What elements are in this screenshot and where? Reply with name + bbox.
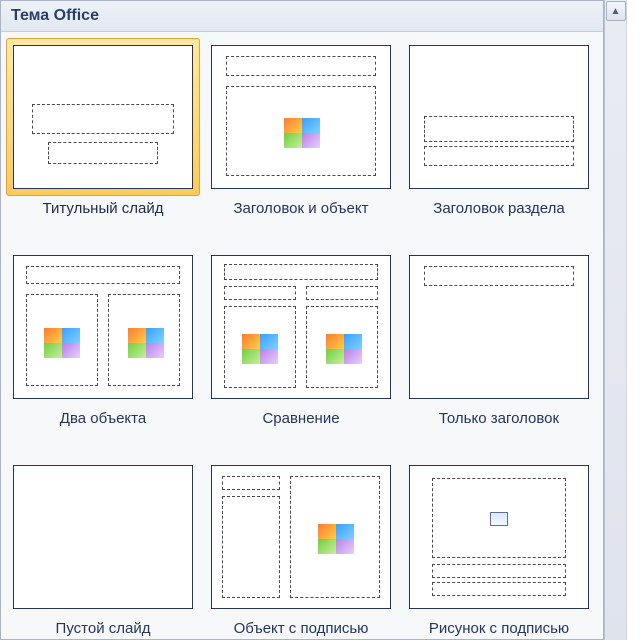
layout-panel: Тема Office Титульный слайд (0, 0, 604, 640)
chevron-up-icon: ▲ (611, 6, 621, 17)
thumb-section-header (409, 45, 589, 189)
thumb-content-caption (211, 465, 391, 609)
layout-two-content[interactable]: Два объекта (7, 246, 199, 454)
layout-content-caption[interactable]: Объект с подписью (205, 456, 397, 640)
layout-label: Пустой слайд (56, 620, 151, 640)
scrollbar[interactable]: ▲ (604, 0, 626, 640)
thumb-comparison (211, 255, 391, 399)
layout-label: Объект с подписью (234, 620, 369, 640)
panel-title: Тема Office (1, 1, 603, 32)
picture-icon (490, 512, 508, 526)
layout-title-content[interactable]: Заголовок и объект (205, 36, 397, 244)
background-edge (626, 0, 640, 640)
thumb-title-only (409, 255, 589, 399)
layout-section-header[interactable]: Заголовок раздела (403, 36, 595, 244)
thumb-picture-caption (409, 465, 589, 609)
thumb-blank (13, 465, 193, 609)
layout-label: Только заголовок (439, 410, 559, 446)
scroll-track[interactable] (606, 22, 626, 640)
layout-label: Два объекта (60, 410, 146, 446)
layout-title-only[interactable]: Только заголовок (403, 246, 595, 454)
layout-label: Рисунок с подписью (429, 620, 569, 640)
layout-label: Титульный слайд (43, 200, 164, 236)
layout-label: Сравнение (262, 410, 339, 446)
scroll-up-button[interactable]: ▲ (606, 1, 626, 21)
layout-label: Заголовок раздела (433, 200, 564, 236)
layout-blank[interactable]: Пустой слайд (7, 456, 199, 640)
thumb-title-slide (13, 45, 193, 189)
layout-title-slide[interactable]: Титульный слайд (7, 36, 199, 244)
thumb-two-content (13, 255, 193, 399)
layout-picture-caption[interactable]: Рисунок с подписью (403, 456, 595, 640)
layout-comparison[interactable]: Сравнение (205, 246, 397, 454)
layout-grid: Титульный слайд Заголовок и объект (1, 32, 603, 640)
layout-label: Заголовок и объект (234, 200, 369, 236)
thumb-title-content (211, 45, 391, 189)
layout-picker-root: Тема Office Титульный слайд (0, 0, 640, 640)
